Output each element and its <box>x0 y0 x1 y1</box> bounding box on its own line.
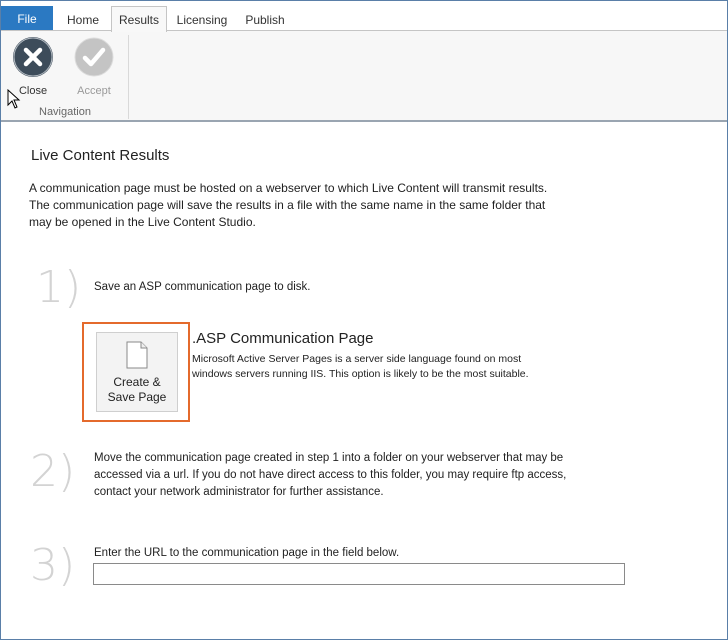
mouse-cursor-icon <box>7 88 21 114</box>
ribbon-tab-strip: File Home Results Licensing Publish <box>1 1 727 32</box>
close-icon <box>13 37 53 77</box>
intro-line: The communication page will save the res… <box>29 198 546 212</box>
button-label-line: Create & <box>113 375 161 389</box>
tab-results[interactable]: Results <box>111 6 167 32</box>
url-input[interactable] <box>93 563 625 585</box>
desc-line: windows servers running IIS. This option… <box>192 368 529 380</box>
tab-file[interactable]: File <box>1 6 53 31</box>
create-save-page-button[interactable]: Create & Save Page <box>96 332 178 412</box>
group-separator <box>128 35 129 119</box>
step-2-line: contact your network administrator for f… <box>94 486 384 498</box>
intro-line: may be opened in the Live Content Studio… <box>29 215 256 229</box>
step-3-text: Enter the URL to the communication page … <box>94 547 400 559</box>
tab-publish[interactable]: Publish <box>237 8 293 32</box>
tab-licensing[interactable]: Licensing <box>169 8 235 32</box>
create-save-page-highlight: Create & Save Page <box>82 322 190 422</box>
step-3-number: 3) <box>30 540 76 591</box>
asp-option-title: .ASP Communication Page <box>192 330 374 347</box>
accept-button[interactable]: Accept <box>69 37 119 99</box>
asp-option-description: Microsoft Active Server Pages is a serve… <box>192 352 572 382</box>
desc-line: Microsoft Active Server Pages is a serve… <box>192 353 522 365</box>
step-2-line: Move the communication page created in s… <box>94 452 564 464</box>
close-button-label: Close <box>18 85 48 97</box>
intro-text: A communication page must be hosted on a… <box>29 180 569 231</box>
step-1-number: 1) <box>36 262 82 313</box>
ribbon-panel: Close Accept Navigation <box>1 30 727 122</box>
step-2-line: accessed via a url. If you do not have d… <box>94 469 567 481</box>
step-2-number: 2) <box>30 446 76 497</box>
tab-home[interactable]: Home <box>57 8 109 32</box>
accept-button-label: Accept <box>77 85 111 97</box>
button-label-line: Save Page <box>107 390 167 404</box>
document-icon <box>126 341 148 369</box>
step-1-text: Save an ASP communication page to disk. <box>94 281 311 293</box>
create-save-page-label: Create & Save Page <box>108 375 167 405</box>
step-2-text: Move the communication page created in s… <box>94 450 614 501</box>
page-title: Live Content Results <box>31 147 170 164</box>
checkmark-icon <box>74 37 114 77</box>
intro-line: A communication page must be hosted on a… <box>29 181 548 195</box>
